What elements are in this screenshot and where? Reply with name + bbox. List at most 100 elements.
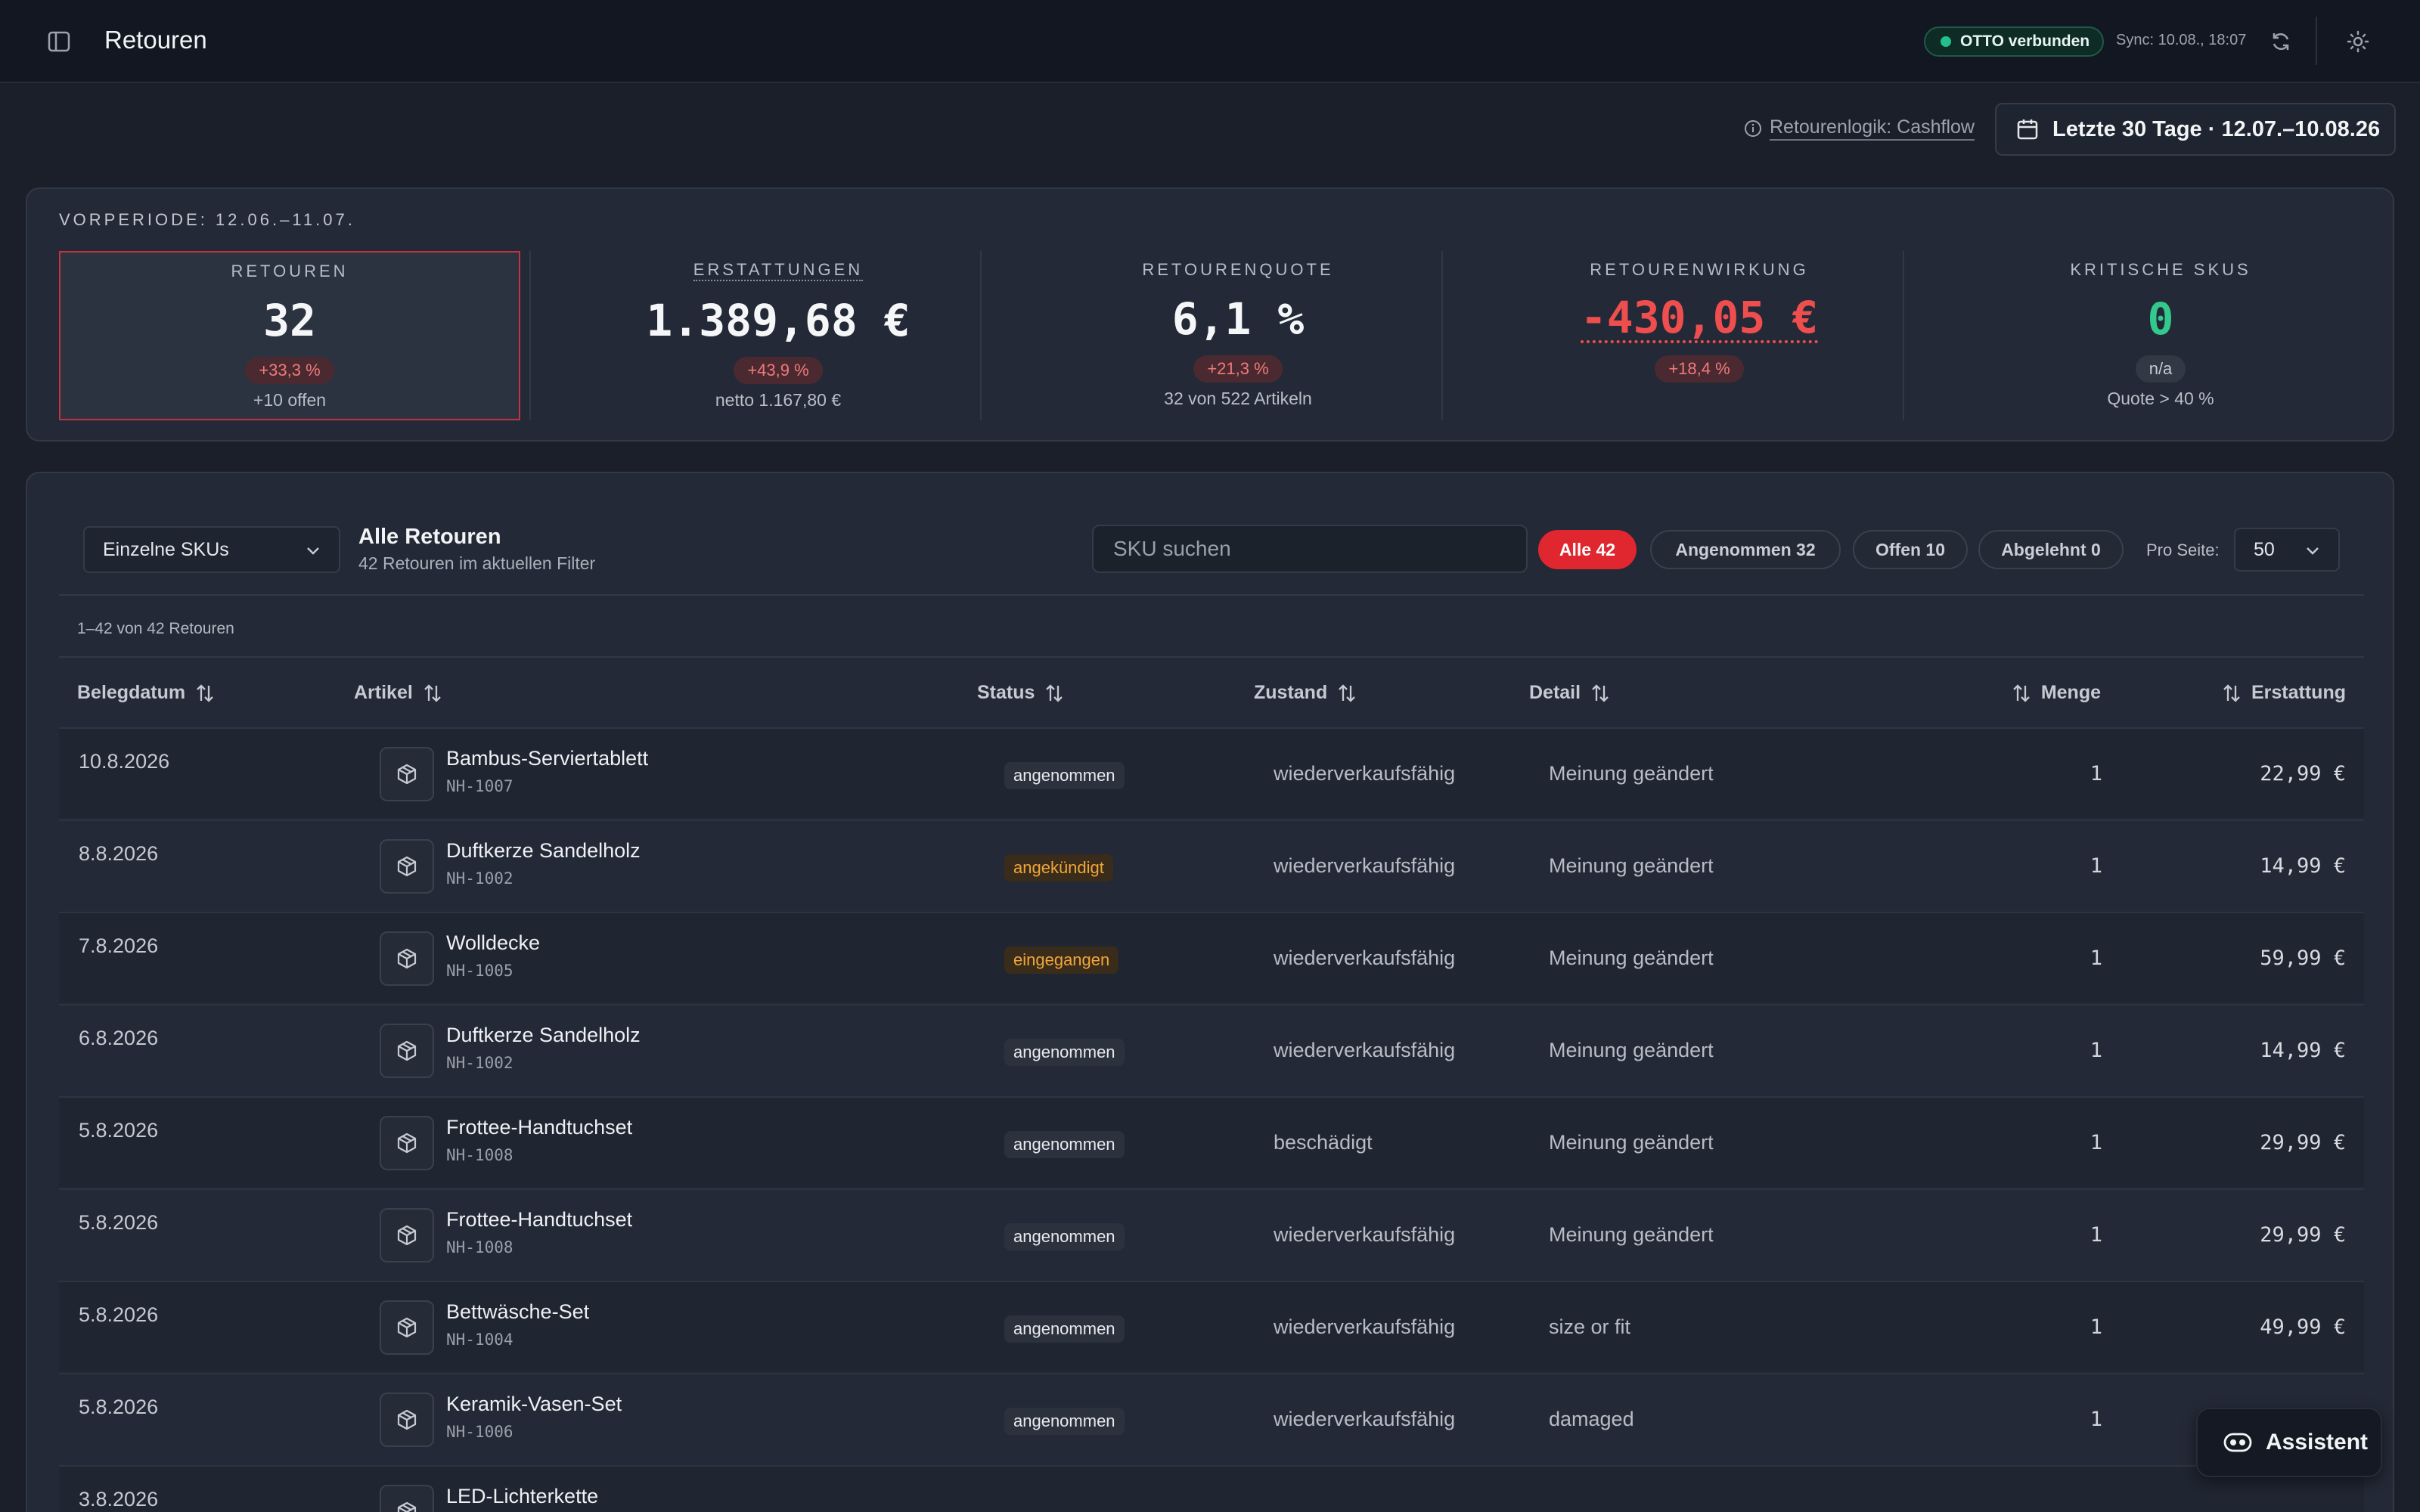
sort-icon — [1046, 683, 1063, 702]
kpi-value: 1.389,68 € — [646, 295, 911, 346]
row-detail: Meinung geändert — [1549, 1039, 1714, 1061]
row-condition: wiederverkaufsfähig — [1274, 1315, 1456, 1338]
column-header-date[interactable]: Belegdatum — [77, 682, 216, 704]
row-quantity: 1 — [2090, 762, 2102, 785]
sync-timestamp: Sync: 10.08., 18:07 — [2116, 32, 2247, 48]
sort-icon — [2223, 683, 2240, 702]
row-date: 10.8.2026 — [79, 750, 170, 773]
filter-pill-open[interactable]: Offen 10 — [1853, 530, 1968, 569]
date-range-button[interactable]: Letzte 30 Tage · 12.07.–10.08.26 — [1995, 103, 2396, 156]
filter-pill-all[interactable]: Alle 42 — [1538, 530, 1637, 569]
row-condition: wiederverkaufsfähig — [1274, 762, 1456, 785]
status-badge: angenommen — [1004, 1315, 1125, 1343]
status-badge: angenommen — [1004, 762, 1125, 789]
column-header-status[interactable]: Status — [977, 682, 1065, 704]
row-date: 5.8.2026 — [79, 1396, 159, 1418]
kpi-delta-badge: n/a — [2135, 355, 2186, 383]
row-quantity: 1 — [2090, 1408, 2102, 1431]
view-select[interactable]: Einzelne SKUs — [83, 526, 340, 573]
row-condition: wiederverkaufsfähig — [1274, 1039, 1456, 1061]
row-refund: 49,99 € — [2260, 1315, 2346, 1339]
sort-icon — [1339, 683, 1356, 702]
column-header-refund[interactable]: Erstattung — [2190, 682, 2346, 704]
column-header-label: Belegdatum — [77, 682, 186, 703]
per-page-value: 50 — [2254, 538, 2275, 560]
row-detail: Meinung geändert — [1549, 1131, 1714, 1154]
table-row[interactable]: 7.8.2026 Wolldecke NH-1005 eingegangen wiede… — [59, 912, 2364, 1002]
kpi-returns[interactable]: Retouren 32 +33,3 % +10 offen — [59, 251, 520, 420]
top-bar: Retouren OTTO verbunden Sync: 10.08., 18… — [0, 0, 2420, 83]
row-quantity: 1 — [2090, 854, 2102, 878]
kpi-return-rate[interactable]: Retourenquote 6,1 % +21,3 % 32 von 522 A… — [1007, 251, 1469, 420]
filter-pill-rejected[interactable]: Abgelehnt 0 — [1978, 530, 2124, 569]
column-header-label: Status — [977, 682, 1035, 703]
column-header-label: Zustand — [1254, 682, 1328, 703]
row-detail: size or fit — [1549, 1315, 1631, 1338]
article-name: Frottee-Handtuchset — [446, 1116, 633, 1139]
column-header-article[interactable]: Artikel — [354, 682, 443, 704]
kpi-value: -430,05 € — [1580, 292, 1819, 343]
table-row[interactable]: 3.8.2026 LED-Lichterkette — [59, 1465, 2364, 1512]
status-badge: angenommen — [1004, 1131, 1125, 1158]
header-divider — [2316, 17, 2317, 65]
per-page-select[interactable]: 50 — [2234, 528, 2340, 572]
row-condition: wiederverkaufsfähig — [1274, 1408, 1456, 1430]
row-quantity: 1 — [2090, 1039, 2102, 1062]
status-badge: angenommen — [1004, 1039, 1125, 1066]
row-refund: 22,99 € — [2260, 762, 2346, 785]
table-row[interactable]: 6.8.2026 Duftkerze Sandelholz NH-1002 angen… — [59, 1004, 2364, 1095]
chevron-down-icon — [307, 547, 319, 555]
row-detail: Meinung geändert — [1549, 947, 1714, 969]
sort-icon — [1592, 683, 1609, 702]
sun-icon[interactable] — [2344, 28, 2372, 55]
calendar-icon — [2017, 119, 2038, 140]
chevron-down-icon — [2307, 547, 2319, 555]
column-header-detail[interactable]: Detail — [1529, 682, 1611, 704]
kpi-divider — [980, 251, 982, 420]
assistant-label: Assistent — [2266, 1430, 2369, 1455]
result-range: 1–42 von 42 Retouren — [77, 620, 234, 637]
kpi-subtext: +10 offen — [253, 390, 327, 410]
package-icon — [380, 1024, 434, 1078]
kpi-critical-skus[interactable]: Kritische SKUs 0 n/a Quote > 40 % — [1930, 251, 2391, 420]
article-name: Keramik-Vasen-Set — [446, 1393, 622, 1415]
row-refund: 14,99 € — [2260, 1039, 2346, 1062]
sidebar-icon[interactable] — [47, 29, 71, 54]
table-row[interactable]: 5.8.2026 Keramik-Vasen-Set NH-1006 angenomm… — [59, 1373, 2364, 1464]
article-sku: NH-1002 — [446, 869, 513, 888]
row-detail: Meinung geändert — [1549, 854, 1714, 877]
column-header-quantity[interactable]: Menge — [1975, 682, 2101, 704]
row-condition: wiederverkaufsfähig — [1274, 854, 1456, 877]
package-icon — [380, 1300, 434, 1355]
table-row[interactable]: 8.8.2026 Duftkerze Sandelholz NH-1002 angek… — [59, 820, 2364, 910]
kpi-value: 6,1 % — [1171, 293, 1305, 345]
page-title: Retouren — [104, 26, 207, 54]
kpi-delta-badge: +33,3 % — [245, 357, 334, 384]
sort-icon — [2012, 683, 2030, 702]
kpi-delta-badge: +18,4 % — [1655, 355, 1744, 383]
assistant-icon — [2223, 1433, 2252, 1452]
table-row[interactable]: 5.8.2026 Frottee-Handtuchset NH-1008 angeno… — [59, 1096, 2364, 1187]
refresh-icon[interactable] — [2267, 28, 2294, 55]
row-date: 5.8.2026 — [79, 1303, 159, 1326]
article-sku: NH-1008 — [446, 1238, 513, 1256]
assistant-button[interactable]: Assistent — [2196, 1408, 2382, 1477]
kpi-label: Kritische SKUs — [2070, 260, 2251, 279]
article-name: Duftkerze Sandelholz — [446, 839, 641, 862]
kpi-refunds[interactable]: Erstattungen 1.389,68 € +43,9 % netto 1.… — [548, 251, 1009, 420]
column-header-condition[interactable]: Zustand — [1254, 682, 1357, 704]
row-refund: 29,99 € — [2260, 1131, 2346, 1154]
package-icon — [380, 839, 434, 894]
kpi-label: Retourenquote — [1142, 260, 1334, 279]
status-badge: angenommen — [1004, 1408, 1125, 1435]
table-row[interactable]: 5.8.2026 Bettwäsche-Set NH-1004 angenommen w… — [59, 1281, 2364, 1371]
table-row[interactable]: 5.8.2026 Frottee-Handtuchset NH-1008 angeno… — [59, 1188, 2364, 1279]
kpi-subtext: netto 1.167,80 € — [715, 390, 842, 410]
filter-pill-accepted[interactable]: Angenommen 32 — [1650, 530, 1841, 569]
row-date: 5.8.2026 — [79, 1119, 159, 1142]
return-logic-link[interactable]: Retourenlogik: Cashflow — [1744, 116, 1975, 141]
sku-search-input[interactable] — [1092, 525, 1528, 573]
kpi-return-impact[interactable]: Retourenwirkung -430,05 € +18,4 % — [1469, 251, 1930, 420]
kpi-card: VORPERIODE: 12.06.–11.07. Retouren 32 +3… — [26, 187, 2394, 442]
table-row[interactable]: 10.8.2026 Bambus-Serviertablett NH-1007 ang… — [59, 727, 2364, 818]
